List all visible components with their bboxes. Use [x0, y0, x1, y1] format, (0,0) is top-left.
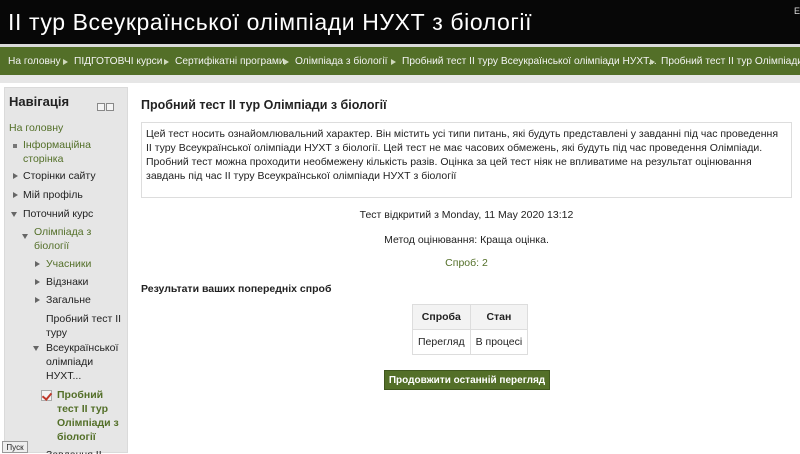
nav-my-profile[interactable]: Мій профіль — [23, 188, 123, 202]
breadcrumb-separator-icon — [164, 59, 169, 65]
nav-current-course[interactable]: Поточний курс — [23, 207, 123, 221]
breadcrumb: На головну ПІДГОТОВЧІ курси Сертифікатні… — [0, 47, 800, 75]
expand-icon[interactable] — [35, 279, 40, 285]
start-button[interactable]: Пуск — [2, 441, 28, 453]
nav-home[interactable]: На головну — [9, 121, 119, 135]
expand-icon[interactable] — [13, 173, 18, 179]
block-controls — [97, 98, 115, 116]
intro-box: Цей тест носить ознайомлювальний характе… — [141, 122, 792, 198]
table-header-state: Стан — [469, 304, 529, 330]
table-header-row: Спроба Стан — [412, 304, 529, 330]
attempts-link[interactable]: Спроб: 2 — [445, 257, 488, 269]
nav-info-page[interactable]: Інформаційна сторінка — [23, 138, 123, 166]
nav-site-pages[interactable]: Сторінки сайту — [23, 169, 123, 183]
continue-attempt-button[interactable]: Продовжити останній перегляд — [384, 370, 550, 390]
page-title: Пробний тест ІІ тур Олімпіади з біології — [141, 98, 387, 112]
dock-icon[interactable] — [97, 103, 105, 111]
collapse-icon[interactable] — [11, 212, 17, 217]
table-header-attempt: Спроба — [412, 304, 471, 330]
nav-next-item[interactable]: Завдання ІІ — [46, 448, 126, 454]
breadcrumb-current: Пробний тест ІІ тур Олімпіади з біології — [661, 56, 800, 67]
table-cell-attempt[interactable]: Перегляд — [412, 329, 471, 355]
collapse-icon[interactable] — [106, 103, 114, 111]
nav-section[interactable]: Всеукраїнської олімпіади НУХТ... — [46, 341, 126, 383]
collapse-icon[interactable] — [33, 346, 39, 351]
breadcrumb-separator-icon — [63, 59, 68, 65]
intro-text: Цей тест носить ознайомлювальний характе… — [146, 128, 779, 182]
collapse-icon[interactable] — [22, 234, 28, 239]
site-header: ІІ тур Всеукраїнської олімпіади НУХТ з б… — [0, 0, 800, 44]
breadcrumb-trial-section[interactable]: Пробний тест ІІ туру Всеукраїнської олім… — [402, 56, 657, 67]
header-corner-text[interactable]: E — [794, 6, 800, 16]
expand-icon[interactable] — [35, 261, 40, 267]
expand-icon[interactable] — [35, 297, 40, 303]
nav-badges[interactable]: Відзнаки — [46, 275, 126, 289]
quiz-icon — [41, 390, 52, 401]
breadcrumb-separator-icon — [391, 59, 396, 65]
breadcrumb-certificate-programs[interactable]: Сертифікатні програми — [175, 56, 285, 67]
nav-participants[interactable]: Учасники — [46, 257, 126, 271]
breadcrumb-divider — [0, 75, 800, 83]
table-cell-state: В процесі — [469, 329, 529, 355]
attempts-table: Спроба Стан Перегляд В процесі — [412, 304, 529, 355]
bullet-icon — [13, 144, 17, 148]
expand-icon[interactable] — [13, 192, 18, 198]
table-row: Перегляд В процесі — [412, 329, 529, 355]
navigation-block: Навігація На головну Інформаційна сторін… — [4, 87, 128, 454]
nav-general[interactable]: Загальне — [46, 293, 126, 307]
nav-course[interactable]: Олімпіада з біології — [34, 225, 122, 253]
breadcrumb-separator-icon — [650, 59, 655, 65]
breadcrumb-home[interactable]: На головну — [8, 56, 61, 67]
nav-active-quiz[interactable]: Пробний тест ІІ тур Олімпіади з біології — [57, 388, 125, 444]
breadcrumb-separator-icon — [284, 59, 289, 65]
breadcrumb-biology-olympiad[interactable]: Олімпіада з біології — [295, 56, 387, 67]
breadcrumb-prep-courses[interactable]: ПІДГОТОВЧІ курси — [74, 56, 162, 67]
navigation-title: Навігація — [9, 94, 70, 109]
grading-method-text: Метод оцінювання: Краща оцінка. — [384, 234, 549, 246]
nav-trial-test[interactable]: Пробний тест ІІ туру — [46, 312, 124, 340]
site-title[interactable]: ІІ тур Всеукраїнської олімпіади НУХТ з б… — [8, 9, 532, 36]
quiz-opened-text: Тест відкритий з Monday, 11 May 2020 13:… — [359, 209, 574, 221]
previous-attempts-heading: Результати ваших попередніх спроб — [141, 283, 332, 295]
